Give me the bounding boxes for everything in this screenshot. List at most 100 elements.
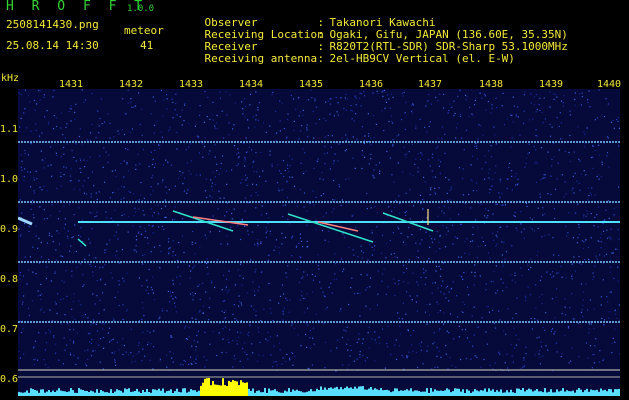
histogram-bar	[72, 390, 74, 396]
histogram-bar	[582, 392, 584, 396]
histogram-bar	[470, 392, 472, 396]
histogram-bar	[296, 389, 298, 396]
histogram-bar	[508, 392, 510, 396]
histogram-bar	[140, 393, 142, 396]
histogram-bar	[308, 391, 310, 396]
histogram-bar	[318, 390, 320, 396]
histogram-bar	[150, 392, 152, 396]
histogram-bar	[448, 389, 450, 396]
histogram-bar	[260, 392, 262, 396]
histogram-bar	[148, 392, 150, 396]
histogram-bar	[86, 391, 88, 396]
histogram-bar	[120, 390, 122, 396]
histogram-bar	[240, 380, 242, 396]
histogram-bar	[450, 392, 452, 396]
freq-tick: 0.7	[0, 324, 19, 335]
histogram-bar	[134, 391, 136, 396]
histogram-bar	[116, 389, 118, 396]
freq-tick: 1.1	[0, 124, 19, 135]
histogram-bar	[56, 390, 58, 396]
histogram-bar	[52, 390, 54, 396]
histogram-bar	[178, 391, 180, 396]
histogram-bar	[544, 388, 546, 396]
histogram-bar	[132, 391, 134, 396]
info-row-antenna: Receiving antenna: 2el-HB9CV Vertical (el…	[178, 41, 515, 77]
histogram-bar	[394, 388, 396, 396]
histogram-bar	[256, 390, 258, 396]
app-title: H R O F F T	[6, 0, 148, 14]
histogram-bar	[100, 390, 102, 396]
histogram-bar	[82, 390, 84, 396]
histogram-bar	[536, 389, 538, 396]
histogram-bar	[254, 392, 256, 396]
histogram-bar	[598, 391, 600, 396]
histogram-bar	[222, 378, 224, 396]
app-version: 1.0.0	[127, 4, 155, 14]
histogram-bar	[76, 392, 78, 396]
histogram-bar	[24, 392, 26, 396]
histogram-bar	[164, 392, 166, 396]
histogram-bar	[172, 393, 174, 396]
histogram-bar	[472, 391, 474, 396]
histogram-bar	[346, 386, 348, 396]
histogram-bar	[520, 390, 522, 396]
histogram-bar	[432, 391, 434, 396]
histogram-bar	[272, 390, 274, 396]
histogram-bar	[444, 390, 446, 396]
histogram-bar	[534, 390, 536, 396]
histogram-bar	[182, 388, 184, 396]
histogram-bar	[340, 387, 342, 396]
histogram-bar	[162, 388, 164, 396]
hroft-window: H R O F F T 1.0.0 2508141430.png meteor …	[0, 0, 629, 400]
histogram-bar	[434, 389, 436, 396]
histogram-bar	[154, 389, 156, 396]
histogram-bar	[416, 390, 418, 396]
histogram-bar	[330, 387, 332, 396]
histogram-bar	[456, 388, 458, 396]
histogram-bar	[48, 390, 50, 396]
histogram-bar	[20, 392, 22, 396]
histogram-bar	[576, 389, 578, 396]
histogram-bar	[244, 382, 246, 396]
capture-datetime: 25.08.14 14:30	[6, 39, 99, 52]
histogram-bar	[242, 382, 244, 396]
meteor-count-value: 41	[140, 39, 154, 52]
histogram-bar	[18, 391, 20, 396]
histogram-bar	[194, 390, 196, 396]
histogram-bar	[502, 392, 504, 396]
histogram-bar	[574, 392, 576, 396]
histogram-bar	[328, 388, 330, 396]
histogram-bar	[252, 388, 254, 396]
histogram-bar	[454, 388, 456, 396]
histogram-bar	[336, 386, 338, 396]
histogram-bar	[312, 391, 314, 396]
histogram-bar	[216, 384, 218, 396]
histogram-bar	[492, 389, 494, 396]
histogram-bar	[530, 389, 532, 396]
histogram-bar	[460, 391, 462, 396]
histogram-bar	[572, 390, 574, 396]
histogram-bar	[532, 391, 534, 396]
histogram-bar	[334, 387, 336, 396]
histogram-bar	[396, 388, 398, 396]
histogram-bar	[212, 381, 214, 396]
histogram-bar	[540, 391, 542, 396]
histogram-bar	[514, 392, 516, 396]
histogram-bar	[262, 392, 264, 396]
histogram-bar	[264, 388, 266, 396]
histogram-bar	[612, 392, 614, 396]
histogram-bar	[160, 390, 162, 396]
histogram-bar	[50, 392, 52, 396]
histogram-bar	[510, 389, 512, 396]
histogram-bar	[224, 385, 226, 396]
histogram-bar	[68, 391, 70, 396]
histogram-bar	[202, 382, 204, 396]
histogram-bar	[248, 388, 250, 396]
histogram-bar	[190, 389, 192, 396]
histogram-bar	[338, 389, 340, 396]
histogram-bar	[364, 389, 366, 396]
histogram-bar	[40, 389, 42, 396]
histogram-bar	[398, 391, 400, 396]
histogram-bar	[428, 392, 430, 396]
histogram-bar	[268, 388, 270, 396]
